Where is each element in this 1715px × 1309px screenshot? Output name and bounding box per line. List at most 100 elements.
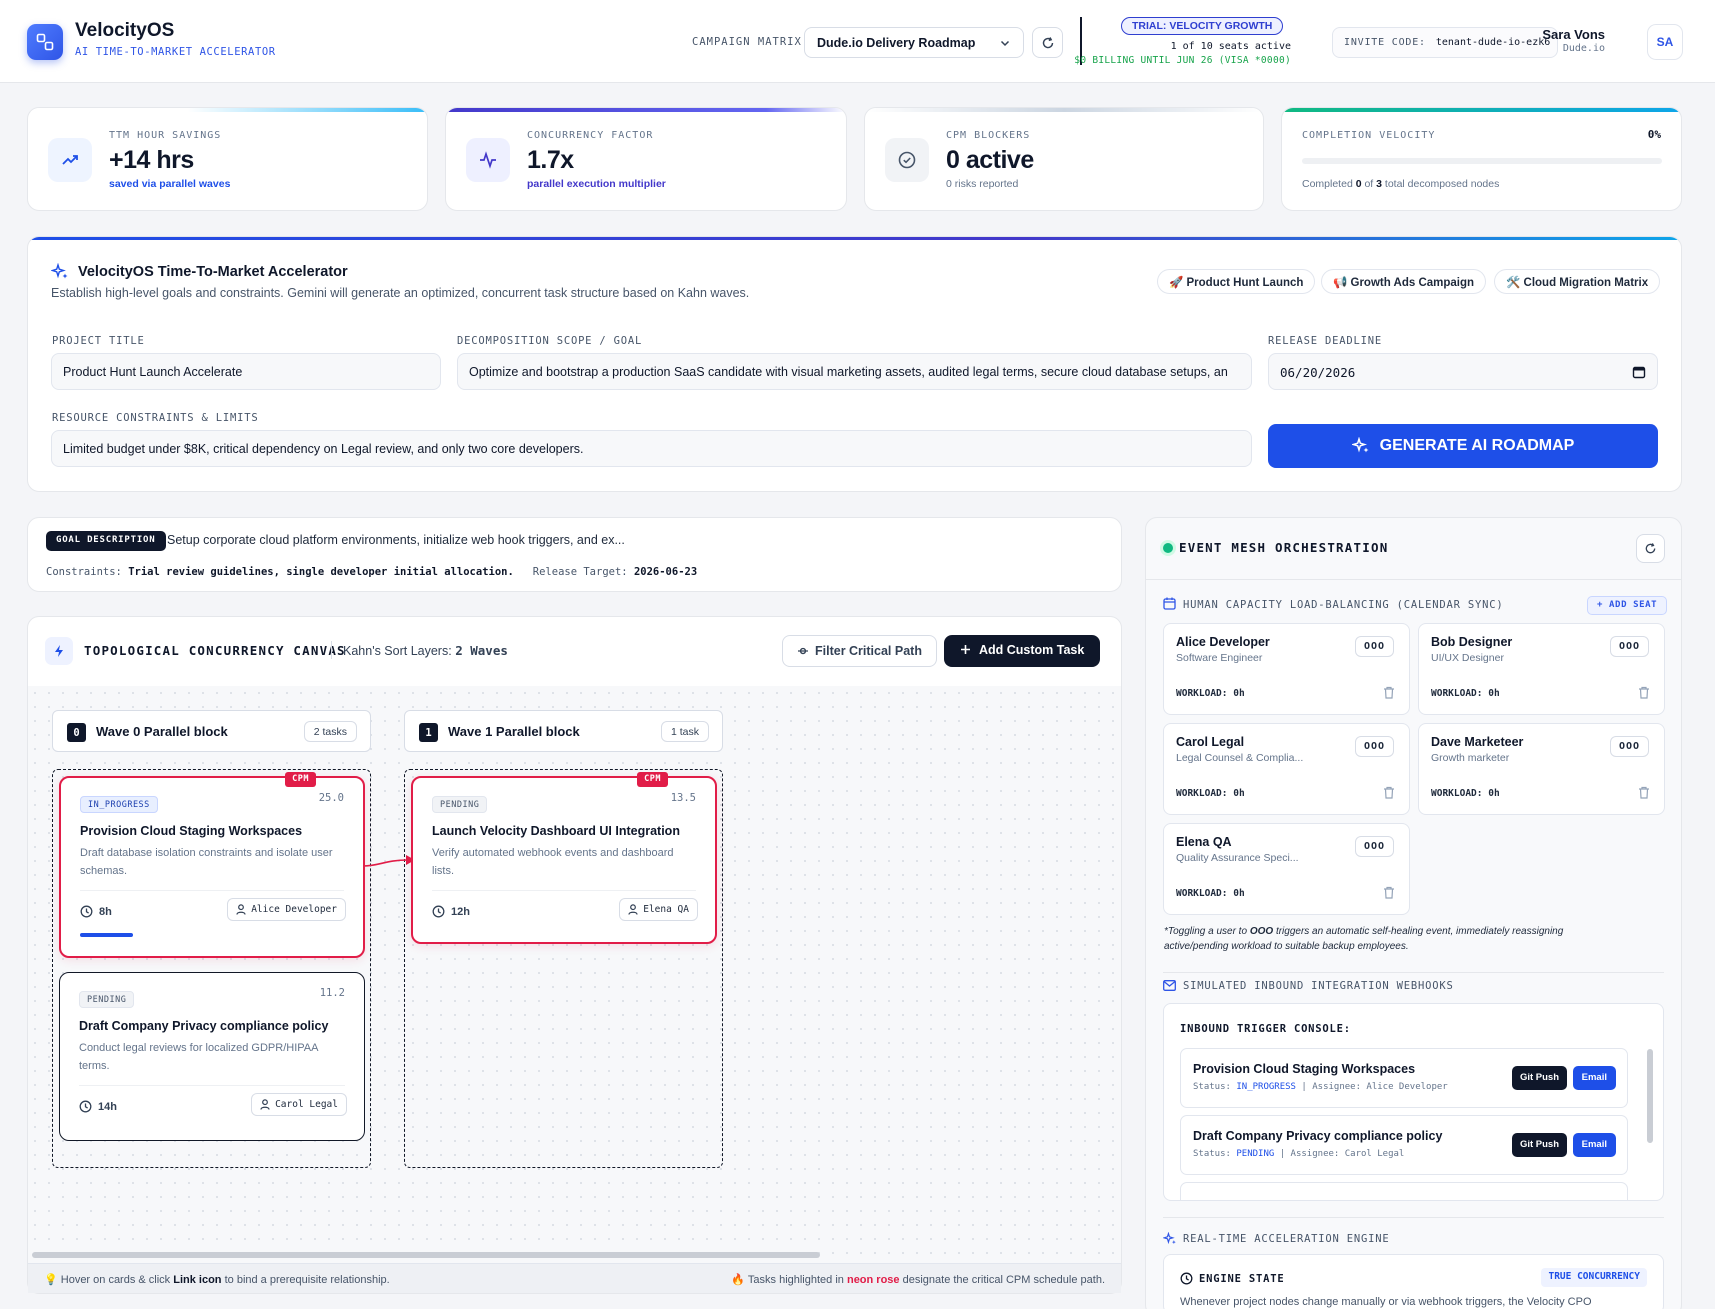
clock-icon xyxy=(1180,1272,1193,1285)
stat-accent-bar xyxy=(28,108,427,112)
trash-icon[interactable] xyxy=(1638,786,1650,799)
template-chip-growth-ads[interactable]: 📢 Growth Ads Campaign xyxy=(1321,269,1487,294)
canvas-horizontal-scrollbar[interactable] xyxy=(32,1252,820,1258)
deadline-label: RELEASE DEADLINE xyxy=(1268,335,1382,347)
task-description: Conduct legal reviews for localized GDPR… xyxy=(79,1042,318,1072)
seat-role: Growth marketer xyxy=(1431,752,1510,764)
seat-workload: WORKLOAD: 0h xyxy=(1176,788,1245,799)
task-assignee[interactable]: Carol Legal xyxy=(251,1093,347,1116)
trash-icon[interactable] xyxy=(1638,686,1650,699)
engine-label: REAL-TIME ACCELERATION ENGINE xyxy=(1183,1233,1390,1245)
mesh-refresh-button[interactable] xyxy=(1636,534,1665,563)
scope-input[interactable]: Optimize and bootstrap a production SaaS… xyxy=(457,353,1252,390)
task-card[interactable]: CPM IN_PROGRESS 25.0 Provision Cloud Sta… xyxy=(59,772,365,958)
filter-icon xyxy=(798,647,808,655)
wave-name: Wave 1 Parallel block xyxy=(448,724,580,739)
task-score: 25.0 xyxy=(318,792,344,804)
seat-workload: WORKLOAD: 0h xyxy=(1176,688,1245,699)
accelerator-title: VelocityOS Time-To-Market Accelerator xyxy=(78,264,348,280)
refresh-campaign-button[interactable] xyxy=(1032,27,1063,58)
goal-panel xyxy=(27,517,1122,592)
task-title: Launch Velocity Dashboard UI Integration xyxy=(432,824,680,838)
user-org: Dude.io xyxy=(1562,43,1605,54)
console-label: INBOUND TRIGGER CONSOLE: xyxy=(1180,1023,1351,1035)
task-card[interactable]: PENDING 11.2 Draft Company Privacy compl… xyxy=(59,972,365,1141)
ooo-toggle[interactable]: OOO xyxy=(1354,736,1394,757)
seat-name: Alice Developer xyxy=(1176,635,1270,649)
seat-name: Bob Designer xyxy=(1431,635,1513,649)
engine-text: Whenever project nodes change manually o… xyxy=(1180,1296,1592,1308)
bolt-icon xyxy=(45,637,73,665)
constraints-input[interactable]: Limited budget under $8K, critical depen… xyxy=(51,430,1252,467)
seat-name: Elena QA xyxy=(1176,835,1232,849)
seat-role: Software Engineer xyxy=(1176,652,1263,664)
canvas-footer: 💡 Hover on cards & click Link icon to bi… xyxy=(28,1263,1121,1293)
cpm-badge: CPM xyxy=(637,772,668,787)
kahn-layers: Kahn's Sort Layers: 2 Waves xyxy=(343,643,508,658)
ooo-toggle[interactable]: OOO xyxy=(1609,736,1649,757)
billing-text: $0 BILLING UNTIL JUN 26 (VISA *0000) xyxy=(1074,55,1291,66)
seat-card: Bob Designer UI/UX Designer OOO WORKLOAD… xyxy=(1418,623,1665,715)
console-vertical-scrollbar[interactable] xyxy=(1647,1049,1653,1143)
trash-icon[interactable] xyxy=(1383,886,1395,899)
stat-ttm-savings: TTM HOUR SAVINGS +14 hrs saved via paral… xyxy=(27,107,428,211)
task-progress-bar xyxy=(80,933,133,937)
template-chip-cloud-migration[interactable]: 🛠️ Cloud Migration Matrix xyxy=(1494,269,1661,294)
email-button[interactable]: Email xyxy=(1572,1133,1616,1157)
seat-name: Dave Marketeer xyxy=(1431,735,1524,749)
invite-code: tenant-dude-io-ezk6 xyxy=(1435,37,1551,48)
webhook-row xyxy=(1180,1182,1628,1200)
status-pill: PENDING xyxy=(432,796,488,813)
generate-roadmap-button[interactable]: GENERATE AI ROADMAP xyxy=(1268,424,1658,468)
webhooks-label: SIMULATED INBOUND INTEGRATION WEBHOOKS xyxy=(1183,980,1454,992)
sparkles-icon xyxy=(1351,437,1369,453)
goal-constraints: Constraints: Trial review guidelines, si… xyxy=(46,566,698,578)
ooo-toggle[interactable]: OOO xyxy=(1354,836,1394,857)
stat-label: CONCURRENCY FACTOR xyxy=(527,130,654,141)
webhook-status: Status: IN_PROGRESS | Assignee: Alice De… xyxy=(1193,1082,1448,1092)
git-push-button[interactable]: Git Push xyxy=(1511,1133,1567,1157)
logo-icon xyxy=(36,33,54,51)
task-assignee[interactable]: Alice Developer xyxy=(227,898,346,921)
add-custom-task-button[interactable]: Add Custom Task xyxy=(944,635,1101,667)
invite-code-box[interactable]: INVITE CODE: tenant-dude-io-ezk6 xyxy=(1332,27,1558,58)
add-task-label: Add Custom Task xyxy=(979,643,1085,657)
webhook-row: Provision Cloud Staging Workspaces Statu… xyxy=(1180,1048,1628,1108)
task-title: Draft Company Privacy compliance policy xyxy=(79,1019,329,1033)
footer-hint-link: 💡 Hover on cards & click Link icon to bi… xyxy=(44,1274,390,1286)
deadline-input[interactable]: 06/20/2026 xyxy=(1268,353,1658,390)
filter-critical-path-button[interactable]: Filter Critical Path xyxy=(782,635,937,667)
task-assignee[interactable]: Elena QA xyxy=(619,898,698,921)
trial-badge[interactable]: TRIAL: VELOCITY GROWTH xyxy=(1121,17,1284,35)
calendar-icon xyxy=(1163,597,1176,610)
brand-name: VelocityOS xyxy=(75,20,175,41)
campaign-select[interactable]: Dude.io Delivery Roadmap xyxy=(804,27,1024,58)
stat-value: +14 hrs xyxy=(109,146,194,174)
email-button[interactable]: Email xyxy=(1572,1066,1616,1090)
stat-sub: 0 risks reported xyxy=(946,178,1019,190)
project-title-input[interactable]: Product Hunt Launch Accelerate xyxy=(51,353,441,390)
calendar-icon[interactable] xyxy=(1632,365,1646,379)
ooo-toggle[interactable]: OOO xyxy=(1609,636,1649,657)
webhook-status: Status: PENDING | Assignee: Carol Legal xyxy=(1193,1149,1405,1159)
ooo-note: *Toggling a user to OOO triggers an auto… xyxy=(1164,926,1564,952)
accelerator-description: Establish high-level goals and constrain… xyxy=(51,286,750,300)
stat-value: 0 active xyxy=(946,146,1034,174)
avatar[interactable]: SA xyxy=(1647,24,1683,60)
goal-badge: GOAL DESCRIPTION xyxy=(46,531,166,551)
seat-workload: WORKLOAD: 0h xyxy=(1431,788,1500,799)
template-chip-product-hunt[interactable]: 🚀 Product Hunt Launch xyxy=(1157,269,1316,294)
add-seat-button[interactable]: + ADD SEAT xyxy=(1587,596,1668,615)
seat-workload: WORKLOAD: 0h xyxy=(1176,888,1245,899)
ooo-toggle[interactable]: OOO xyxy=(1354,636,1394,657)
stat-completion-velocity: COMPLETION VELOCITY 0% Completed 0 of 3 … xyxy=(1281,107,1682,211)
wave-task-count: 2 tasks xyxy=(303,721,357,742)
seat-card: Dave Marketeer Growth marketer OOO WORKL… xyxy=(1418,723,1665,815)
user-icon xyxy=(260,1099,270,1110)
task-card[interactable]: CPM PENDING 13.5 Launch Velocity Dashboa… xyxy=(411,772,717,944)
trash-icon[interactable] xyxy=(1383,686,1395,699)
stat-value: 1.7x xyxy=(527,146,574,174)
trash-icon[interactable] xyxy=(1383,786,1395,799)
sparkles-icon xyxy=(1163,1232,1176,1245)
git-push-button[interactable]: Git Push xyxy=(1511,1066,1567,1090)
